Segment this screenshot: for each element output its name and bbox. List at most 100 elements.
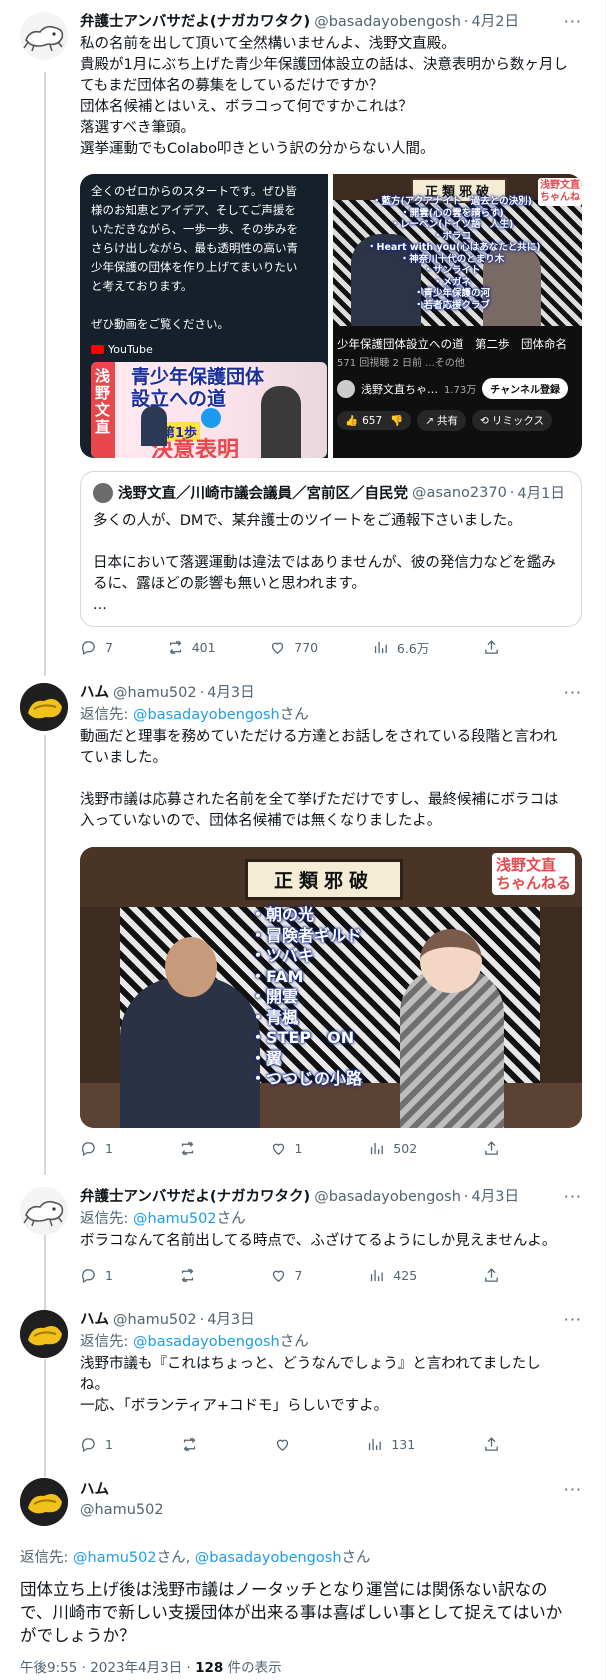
play-button-icon[interactable] xyxy=(201,408,221,428)
presenter-head xyxy=(165,937,217,997)
quote-display-name[interactable]: 浅野文直／川崎市議会議員／宮前区／自民党 xyxy=(118,482,408,503)
avatar[interactable] xyxy=(20,1310,68,1358)
channel-avatar[interactable] xyxy=(337,379,355,398)
channel-name[interactable]: 浅野文直ちゃ… xyxy=(361,381,438,397)
heart-icon xyxy=(272,642,284,654)
reply-button[interactable]: 1 xyxy=(80,1267,113,1284)
more-options-icon[interactable]: ··· xyxy=(564,683,582,702)
avatar-image-icon xyxy=(20,1478,68,1526)
display-name[interactable]: ハム xyxy=(80,1480,164,1500)
media-left-panel[interactable]: 全くのゼロからのスタートです。ぜひ皆 様のお知恵とアイデア、そしてご声援を いた… xyxy=(80,174,328,458)
quote-avatar[interactable] xyxy=(93,482,113,503)
avatar-image-icon xyxy=(20,1187,68,1235)
like-button[interactable] xyxy=(274,1436,299,1453)
share-button[interactable] xyxy=(483,1267,500,1284)
more-options-icon[interactable]: ··· xyxy=(564,1310,582,1329)
display-name[interactable]: ハム xyxy=(80,683,109,703)
subscriber-count: 1.73万 xyxy=(444,385,477,396)
like-pill[interactable]: 👍 657 👎 xyxy=(337,411,412,430)
like-button[interactable]: 770 xyxy=(269,639,318,656)
quote-date[interactable]: 4月1日 xyxy=(517,482,564,503)
retweet-count: 401 xyxy=(191,640,216,655)
video-frame: 正類邪破 浅野文直 ちゃんね ・藍方(アクアナイト 過去との決別) ・開雲(心の… xyxy=(333,174,582,326)
heart-icon xyxy=(272,1270,284,1282)
quoted-tweet[interactable]: 浅野文直／川崎市議会議員／宮前区／自民党 @asano2370 · 4月1日 多… xyxy=(80,471,582,627)
candidate-list: ・朝の光 ・冒険者ギルド ・ツバキ ・FAM ・開雲 ・青楓 ・STEP ON … xyxy=(250,905,363,1088)
reply-context: 返信先: @hamu502さん, @basadayobengoshさん xyxy=(20,1550,371,1566)
reply-to-link[interactable]: @basadayobengosh xyxy=(133,707,280,723)
share-button[interactable] xyxy=(483,1140,500,1157)
reply-to-link[interactable]: @hamu502 xyxy=(133,1211,217,1227)
display-name[interactable]: 弁護士アンバサだよ(ナガカワタク) xyxy=(80,1187,310,1207)
tweet[interactable]: 弁護士アンバサだよ(ナガカワタク) @basadayobengosh · 4月2… xyxy=(0,0,606,675)
more-options-icon[interactable]: ··· xyxy=(564,1187,582,1206)
tweet-text: 浅野市議も『これはちょっと、どうなんでしょう』と言われてましたし ね。 一応、「… xyxy=(80,1356,541,1414)
tweet-timestamp: 午後9:55 · 2023年4月3日 · 128 件の表示 xyxy=(20,1656,282,1676)
retweet-button[interactable]: 401 xyxy=(167,639,216,656)
retweet-button[interactable] xyxy=(179,1140,204,1157)
reply-button[interactable]: 7 xyxy=(80,639,113,656)
retweet-button[interactable] xyxy=(181,1436,206,1453)
user-handle[interactable]: @hamu502 xyxy=(80,1500,164,1520)
share-button[interactable] xyxy=(483,639,500,656)
avatar[interactable] xyxy=(20,12,68,60)
tweet-date[interactable]: 4月2日 xyxy=(472,12,519,32)
views-button[interactable]: 6.6万 xyxy=(372,638,429,657)
share-label: 共有 xyxy=(437,415,459,427)
tweet[interactable]: 弁護士アンバサだよ(ナガカワタク) @basadayobengosh · 4月3… xyxy=(0,1175,606,1297)
focused-tweet[interactable]: ハム @hamu502 ··· 返信先: @hamu502さん, @basada… xyxy=(0,1470,606,1680)
reply-to-link[interactable]: @basadayobengosh xyxy=(133,1334,280,1350)
views-chart-icon xyxy=(374,641,387,654)
subscribe-button[interactable]: チャンネル登録 xyxy=(482,378,568,399)
youtube-icon xyxy=(91,345,104,354)
user-handle[interactable]: @hamu502 xyxy=(113,683,197,703)
reply-to-link[interactable]: @hamu502 xyxy=(73,1550,157,1566)
views-button[interactable]: 131 xyxy=(366,1436,415,1453)
video-like-count: 657 xyxy=(362,414,383,427)
share-button[interactable] xyxy=(483,1436,500,1453)
reply-icon xyxy=(82,641,95,656)
reply-button[interactable]: 1 xyxy=(80,1436,113,1453)
avatar[interactable] xyxy=(20,1478,68,1526)
tweet[interactable]: ハム @hamu502 · 4月3日 ··· 返信先: @basadayoben… xyxy=(0,1300,606,1465)
timestamp[interactable]: 午後9:55 · 2023年4月3日 · xyxy=(20,1660,195,1676)
view-label: 件の表示 xyxy=(223,1660,282,1676)
more-options-icon[interactable]: ··· xyxy=(564,12,582,31)
tweet[interactable]: ハム @hamu502 · 4月3日 ··· 返信先: @basadayoben… xyxy=(0,675,606,1175)
tweet-date[interactable]: 4月3日 xyxy=(207,1310,254,1330)
avatar[interactable] xyxy=(20,1187,68,1235)
remix-pill[interactable]: ⟲ リミックス xyxy=(472,410,553,431)
retweet-button[interactable] xyxy=(179,1267,204,1284)
avatar-image-icon xyxy=(20,12,68,60)
display-name[interactable]: ハム xyxy=(80,1310,109,1330)
user-handle[interactable]: @hamu502 xyxy=(113,1310,197,1330)
display-name[interactable]: 弁護士アンバサだよ(ナガカワタク) xyxy=(80,12,310,32)
tweet-date[interactable]: 4月3日 xyxy=(207,683,254,703)
video-thumbnail[interactable]: 浅野文直 青少年保護団体 設立への道 第1歩 決意表明 xyxy=(91,362,327,458)
media-grid[interactable]: 全くのゼロからのスタートです。ぜひ皆 様のお知恵とアイデア、そしてご声援を いた… xyxy=(80,174,582,458)
reply-context: 返信先: @hamu502さん xyxy=(80,1211,246,1227)
views-button[interactable]: 425 xyxy=(368,1267,417,1284)
user-handle[interactable]: @basadayobengosh xyxy=(314,12,461,32)
retweet-icon xyxy=(181,1268,194,1283)
video-still[interactable]: 正類邪破 浅野文直 ちゃんねる ・朝の光 ・冒険者ギルド ・ツバキ ・FAM ・… xyxy=(80,847,582,1128)
video-title: 少年保護団体設立への道 第二歩 団体命名 xyxy=(337,337,567,351)
media-right-panel[interactable]: 正類邪破 浅野文直 ちゃんね ・藍方(アクアナイト 過去との決別) ・開雲(心の… xyxy=(333,174,582,458)
reply-count: 7 xyxy=(105,640,113,655)
quote-handle[interactable]: @asano2370 xyxy=(412,485,507,501)
share-pill[interactable]: ↗ 共有 xyxy=(417,410,467,431)
tweet-date[interactable]: 4月3日 xyxy=(472,1187,519,1207)
like-count: 770 xyxy=(294,640,319,655)
views-button[interactable]: 502 xyxy=(368,1140,417,1157)
like-button[interactable]: 7 xyxy=(270,1267,303,1284)
quote-text: 多くの人が、DMで、某弁護士のツイートをご通報下さいました。 日本において落選運… xyxy=(93,513,556,613)
user-handle[interactable]: @basadayobengosh xyxy=(314,1187,461,1207)
board-sign: 正類邪破 xyxy=(245,859,404,900)
like-button[interactable]: 1 xyxy=(270,1140,303,1157)
tweet-actions: 1 7 425 xyxy=(80,1267,500,1284)
tweet-actions: 1 1 502 xyxy=(80,1140,500,1157)
reply-button[interactable]: 1 xyxy=(80,1140,113,1157)
more-options-icon[interactable]: ··· xyxy=(564,1480,582,1499)
avatar[interactable] xyxy=(20,683,68,731)
reply-to-link[interactable]: @basadayobengosh xyxy=(195,1550,342,1566)
